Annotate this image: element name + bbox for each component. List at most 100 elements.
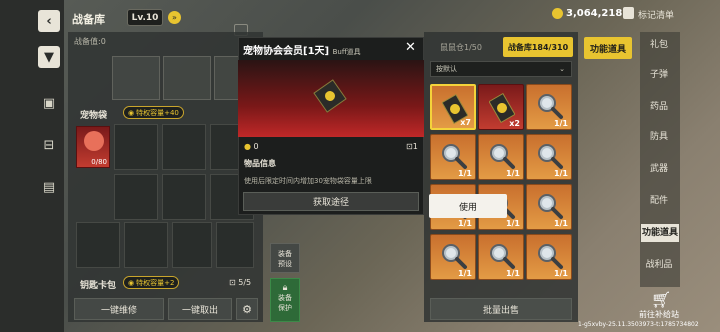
level-chevron-icon[interactable]: »	[168, 11, 181, 24]
tab-main[interactable]: 战备库184/310	[503, 37, 573, 57]
category-tab[interactable]: 武器	[643, 160, 675, 178]
pet-bag-slot[interactable]: 0/80	[76, 126, 110, 168]
storage-item[interactable]: 1/1	[478, 134, 524, 180]
membership-card-icon	[313, 79, 347, 113]
category-tab[interactable]: 功能道具	[641, 224, 679, 242]
category-tab[interactable]: 战利品	[643, 256, 675, 274]
item-quantity: 1/1	[457, 269, 472, 278]
chevron-down-icon: ⌄	[559, 65, 565, 73]
tab-safe[interactable]: 鼠鼠仓1/50	[440, 42, 482, 53]
privilege-icon: ◉	[128, 278, 135, 287]
storage-item[interactable]: 1/1	[526, 184, 572, 230]
wallet-icon: ▤	[42, 179, 56, 195]
currency-amount: 3,064,218	[566, 8, 623, 19]
pet-bag-icon	[84, 131, 104, 151]
item-quantity: 1/1	[553, 119, 568, 128]
magnifier-icon	[538, 194, 563, 219]
storage-item[interactable]: 1/1	[526, 234, 572, 280]
magnifier-icon	[538, 94, 563, 119]
item-quantity: 1/1	[553, 269, 568, 278]
sidebar-item-safe[interactable]: ⊟	[38, 134, 60, 156]
pet-grid-cell[interactable]	[114, 174, 158, 220]
pet-grid-cell[interactable]	[216, 222, 254, 268]
item-quantity: 1/1	[457, 219, 472, 228]
category-active-button[interactable]: 功能道具	[584, 37, 632, 59]
popup-count: ⊡1	[406, 142, 418, 151]
settings-gear-icon[interactable]: ⚙	[236, 298, 258, 320]
popup-value: ● 0	[244, 142, 259, 151]
item-quantity: 1/1	[553, 219, 568, 228]
privilege-icon: ◉	[128, 108, 135, 117]
sidebar-item-supplies[interactable]: ▣	[38, 92, 60, 114]
item-quantity: 1/1	[505, 169, 520, 178]
storage-item[interactable]: 1/1	[526, 84, 572, 130]
sidebar-item-weapons[interactable]: ▼	[38, 46, 60, 68]
popup-close-icon[interactable]: ✕	[405, 40, 416, 55]
popup-info-label: 物品信息	[244, 159, 276, 168]
key-bag-label: 钥匙卡包	[80, 281, 117, 291]
magnifier-icon	[490, 144, 515, 169]
item-quantity: 1/1	[505, 269, 520, 278]
popup-title: 宠物协会会员[1天] Buff道具	[243, 46, 361, 57]
back-arrow-icon: ‹	[46, 13, 52, 29]
repair-all-button[interactable]: 一键维修	[74, 298, 164, 320]
gear-slot-1[interactable]	[112, 56, 160, 100]
category-tab[interactable]: 子弹	[643, 66, 675, 84]
bag-icon: ⊡	[406, 142, 413, 151]
category-tab[interactable]: 防具	[643, 128, 675, 146]
storage-item[interactable]: 1/1	[526, 134, 572, 180]
padlock-icon: 🔒︎	[282, 283, 288, 293]
supply-station-link[interactable]: 前往补给站	[639, 309, 679, 320]
key-count: ⊡ 5/5	[229, 278, 252, 287]
storage-item[interactable]: 1/1	[430, 234, 476, 280]
box-icon: ▣	[42, 95, 56, 111]
sort-dropdown[interactable]: 按默认 ⌄	[430, 61, 572, 77]
safe-icon: ⊟	[43, 137, 55, 153]
pet-privilege-badge: ◉ 特权容量+40	[123, 106, 184, 119]
storage-item[interactable]: 1/1	[430, 134, 476, 180]
category-tab[interactable]: 礼包	[643, 36, 675, 54]
popup-info-text: 使用后限定时间内增加30宠物袋容量上限	[244, 177, 372, 185]
gear-value: 战备值:0	[74, 37, 106, 46]
category-tab[interactable]: 药品	[643, 98, 675, 116]
gold-coin-icon	[552, 8, 563, 19]
item-quantity: 1/1	[505, 219, 520, 228]
equip-preset-button[interactable]: 装备 预设	[270, 243, 300, 273]
bulk-sell-button[interactable]: 批量出售	[430, 298, 572, 320]
popup-item-preview	[238, 60, 424, 137]
pet-grid-cell[interactable]	[162, 124, 206, 170]
pet-grid-cell[interactable]	[124, 222, 168, 268]
mark-list-button[interactable]: 标记清单	[638, 8, 674, 21]
category-tab[interactable]: 配件	[643, 192, 675, 210]
storage-item[interactable]: x7	[430, 84, 476, 130]
magnifier-icon	[442, 144, 467, 169]
equip-protect-button[interactable]: 🔒︎ 装备 保护	[270, 278, 300, 322]
item-quantity: 1/1	[457, 169, 472, 178]
cart-icon[interactable]: 🛒︎	[651, 290, 671, 309]
storage-item[interactable]: 1/1	[478, 234, 524, 280]
item-quantity: x2	[509, 119, 520, 128]
back-button[interactable]: ‹	[38, 10, 60, 32]
take-all-button[interactable]: 一键取出	[168, 298, 232, 320]
magnifier-icon	[538, 144, 563, 169]
pet-grid-cell[interactable]	[162, 174, 206, 220]
storage-item[interactable]: x2	[478, 84, 524, 130]
pet-grid-cell[interactable]	[172, 222, 212, 268]
magnifier-icon	[538, 244, 563, 269]
mark-list-icon[interactable]	[623, 7, 634, 19]
get-path-button[interactable]: 获取途径	[243, 192, 419, 211]
use-button[interactable]: 使用	[429, 194, 507, 218]
gear-slot-2[interactable]	[163, 56, 211, 100]
level-badge: Lv.10	[127, 9, 163, 26]
magnifier-icon	[442, 244, 467, 269]
pet-grid-cell[interactable]	[114, 124, 158, 170]
sidebar-item-wallet[interactable]: ▤	[38, 176, 60, 198]
magnifier-icon	[490, 244, 515, 269]
coin-icon: ●	[244, 142, 254, 151]
pet-bag-label: 宠物袋	[80, 111, 108, 121]
item-quantity: x7	[460, 118, 471, 127]
pet-grid-cell[interactable]	[76, 222, 120, 268]
lock-icon: ⊡	[229, 278, 239, 287]
build-info: 1-g5xvby-25.11.3503973-t:1785734802	[578, 321, 699, 328]
page-title: 战备库	[72, 13, 105, 26]
